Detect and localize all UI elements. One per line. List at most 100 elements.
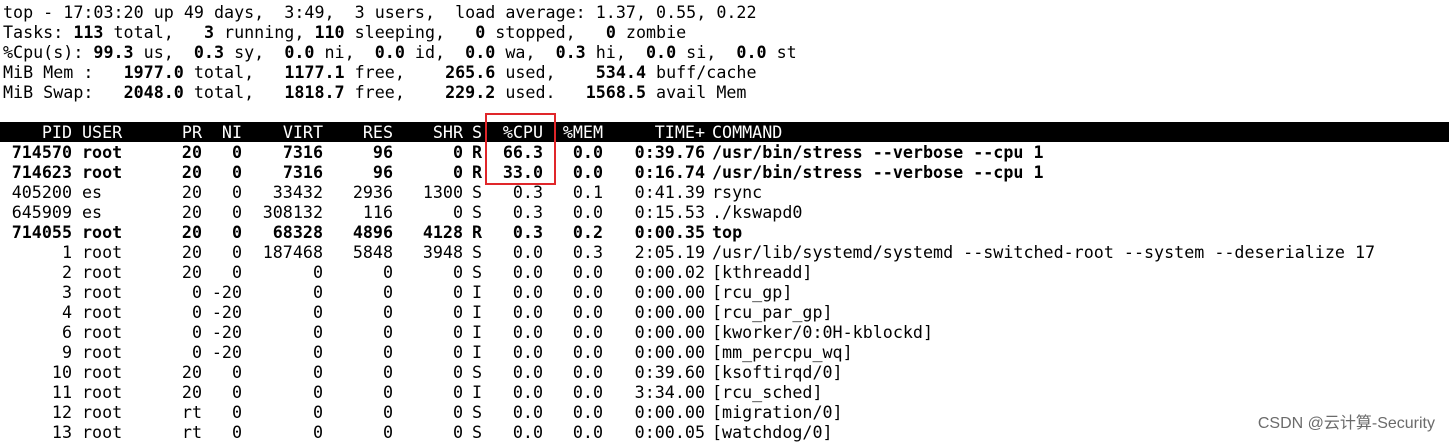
cell-mem: 0.0 — [572, 202, 603, 222]
cell-pid: 2 — [61, 262, 72, 282]
process-row: 645909 es 20 0 308132 116 0 S 0.3 0.0 0:15.53 ./ksw… — [0, 202, 1449, 222]
watermark: CSDN @云计算-Security — [1257, 415, 1435, 432]
mem-label: MiB Mem : — [3, 62, 124, 82]
mem-free-label: free, — [344, 62, 446, 82]
cell-mem: 0.0 — [572, 362, 603, 382]
column-header-mem: %MEM — [562, 122, 603, 142]
cell-ni: 0 — [231, 222, 242, 242]
uptime-text: top - 17:03:20 up 49 days, 3:49, 3 users… — [3, 2, 757, 22]
column-header-pr: PR — [181, 122, 202, 142]
cell-virt: 0 — [312, 382, 323, 402]
cell-ni: 0 — [231, 262, 242, 282]
cell-res: 116 — [362, 202, 393, 222]
cell-shr: 0 — [452, 422, 463, 442]
process-row: 10 root 20 0 0 0 0 S 0.0 0.0 0:39.60 [ksoftirqd/0] — [0, 362, 1449, 382]
cell-pid: 714623 — [11, 162, 72, 182]
cell-command: [mm_percpu_wq] — [712, 342, 853, 362]
cell-shr: 0 — [452, 402, 463, 422]
cpu-hi-label: hi, — [585, 42, 646, 62]
cell-command: [rcu_par_gp] — [712, 302, 833, 322]
cell-res: 2936 — [352, 182, 393, 202]
cell-res: 96 — [372, 142, 393, 162]
cell-cpu: 0.0 — [512, 402, 543, 422]
cell-pid: 1 — [61, 242, 72, 262]
cell-ni: -20 — [211, 302, 242, 322]
cell-pr: rt — [181, 422, 202, 442]
cpu-line: %Cpu(s): 99.3 us, 0.3 sy, 0.0 ni, 0.0 id… — [0, 42, 1449, 62]
cell-virt: 0 — [312, 402, 323, 422]
tasks-running: 3 — [203, 22, 214, 42]
tasks-label: Tasks: — [3, 22, 74, 42]
cell-virt: 7316 — [282, 162, 323, 182]
cell-pr: 20 — [181, 382, 202, 402]
cell-time: 3:34.00 — [634, 382, 705, 402]
cell-ni: 0 — [231, 242, 242, 262]
cell-time: 2:05.19 — [634, 242, 705, 262]
tasks-total: 113 — [73, 22, 104, 42]
tasks-zombie: 0 — [605, 22, 616, 42]
swap-label: MiB Swap: — [3, 82, 124, 102]
cell-command: [rcu_gp] — [712, 282, 793, 302]
process-row: 714570 root 20 0 7316 96 0 R 66.3 0.0 0:39.76/usr/… — [0, 142, 1449, 162]
cell-mem: 0.0 — [572, 142, 603, 162]
cell-user: root — [82, 342, 123, 362]
cell-time: 0:00.05 — [634, 422, 705, 442]
cell-shr: 0 — [452, 282, 463, 302]
cell-mem: 0.1 — [572, 182, 603, 202]
cell-pr: 0 — [191, 342, 202, 362]
cpu-us-label: us, — [133, 42, 194, 62]
cell-cpu: 0.0 — [512, 242, 543, 262]
cell-virt: 0 — [312, 342, 323, 362]
cell-command: /usr/lib/systemd/systemd --switched-root… — [712, 242, 1376, 262]
cell-pr: 0 — [191, 302, 202, 322]
cell-mem: 0.0 — [572, 402, 603, 422]
cell-pid: 4 — [61, 302, 72, 322]
tasks-stopped: 0 — [475, 22, 486, 42]
tasks-zombie-label: zombie — [615, 22, 687, 42]
cell-pr: 20 — [181, 162, 202, 182]
cell-cpu: 33.0 — [502, 162, 543, 182]
cell-pid: 10 — [51, 362, 72, 382]
mem-total: 1977.0 — [123, 62, 184, 82]
column-header-time: TIME+ — [654, 122, 705, 142]
cell-user: root — [82, 382, 123, 402]
cell-ni: 0 — [231, 182, 242, 202]
column-header-user: USER — [82, 122, 123, 142]
column-header-res: RES — [362, 122, 393, 142]
cell-mem: 0.0 — [572, 302, 603, 322]
cell-pr: 20 — [181, 222, 202, 242]
cell-virt: 0 — [312, 322, 323, 342]
tasks-total-label: total, — [103, 22, 204, 42]
cell-time: 0:00.35 — [634, 222, 705, 242]
cell-res: 0 — [382, 262, 393, 282]
cell-ni: 0 — [231, 362, 242, 382]
cell-mem: 0.3 — [572, 242, 603, 262]
cell-shr: 1300 — [422, 182, 463, 202]
cell-user: root — [82, 142, 123, 162]
cell-command: /usr/bin/stress --verbose --cpu 1 — [712, 162, 1044, 182]
swap-avail: 1568.5 — [585, 82, 646, 102]
cell-virt: 33432 — [272, 182, 323, 202]
cell-user: root — [82, 282, 123, 302]
cell-command: rsync — [712, 182, 763, 202]
cell-mem: 0.0 — [572, 162, 603, 182]
cell-shr: 0 — [452, 202, 463, 222]
cell-cpu: 0.3 — [512, 202, 543, 222]
cell-time: 0:00.00 — [634, 302, 705, 322]
tasks-line: Tasks: 113 total, 3 running, 110 sleepin… — [0, 22, 1449, 42]
cell-command: /usr/bin/stress --verbose --cpu 1 — [712, 142, 1044, 162]
cell-pr: 0 — [191, 322, 202, 342]
cell-time: 0:00.00 — [634, 282, 705, 302]
cell-ni: -20 — [211, 322, 242, 342]
cell-time: 0:00.00 — [634, 402, 705, 422]
cell-res: 5848 — [352, 242, 393, 262]
cpu-st-label: st — [766, 42, 797, 62]
process-row: 9 root 0 -20 0 0 0 I 0.0 0.0 0:00.00 [mm_percpu_wq] — [0, 342, 1449, 362]
cell-user: root — [82, 362, 123, 382]
cell-cpu: 0.3 — [512, 182, 543, 202]
swap-free: 1818.7 — [284, 82, 345, 102]
cell-user: es — [82, 182, 103, 202]
cell-user: root — [82, 262, 123, 282]
process-row: 6 root 0 -20 0 0 0 I 0.0 0.0 0:00.00 [kworker/0:0H-… — [0, 322, 1449, 342]
